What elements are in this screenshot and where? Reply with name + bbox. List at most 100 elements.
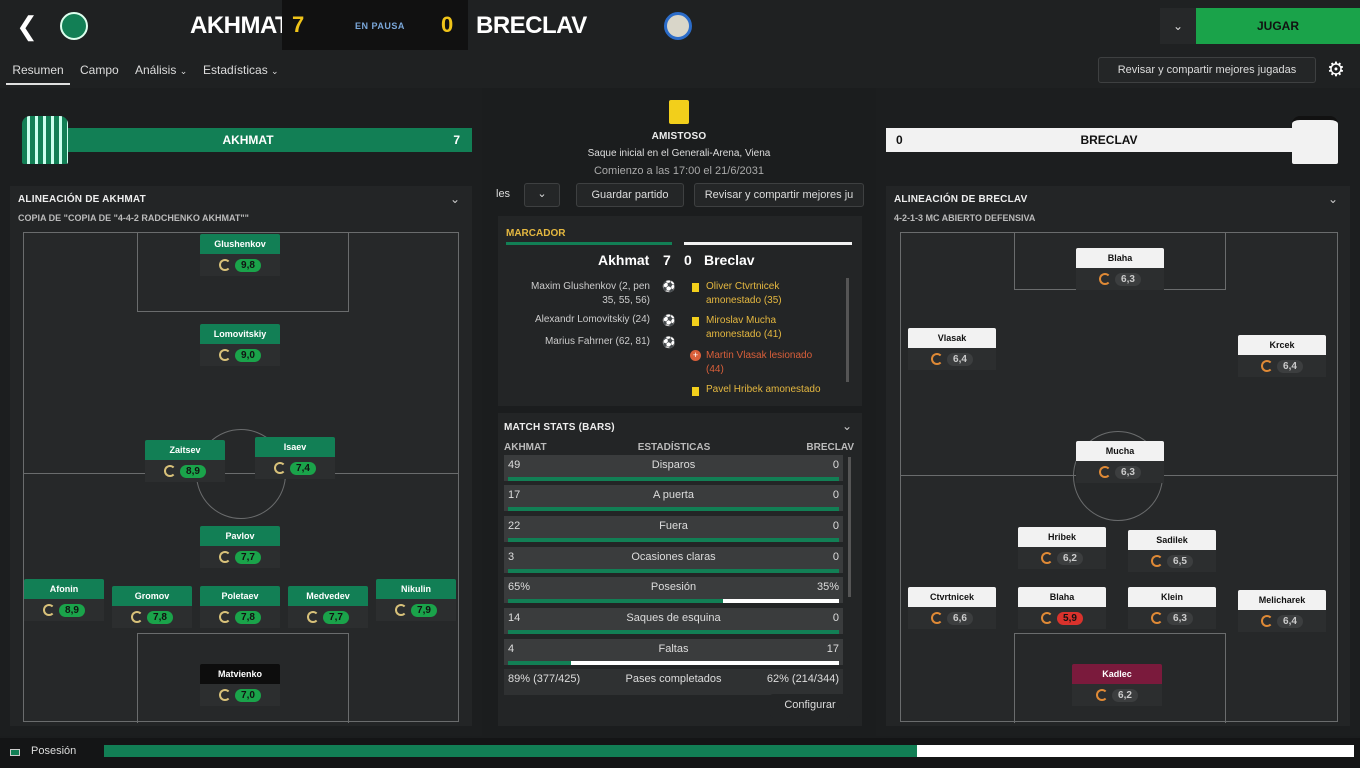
player-name: Krcek <box>1238 335 1326 355</box>
away-banner: 0 BRECLAV <box>886 128 1292 152</box>
player-rating: 6,6 <box>947 611 973 625</box>
player-card[interactable]: Zaitsev 8,9 <box>145 440 225 482</box>
tab-analisis[interactable]: Análisis ⌄ <box>135 63 187 77</box>
stat-row: 65% Posesión 35% <box>504 577 843 603</box>
possession-bar-fill <box>104 745 917 757</box>
configure-button[interactable]: Configurar <box>770 694 850 718</box>
condition-icon <box>1261 615 1274 627</box>
goal-event: Alexandr Lomovitskiy (24) <box>534 314 650 325</box>
player-card[interactable]: Nikulin 7,9 <box>376 579 456 621</box>
review-highlights-button-center[interactable]: Revisar y compartir mejores ju <box>694 183 864 207</box>
stat-row: 14 Saques de esquina 0 <box>504 608 843 634</box>
player-card[interactable]: Afonin 8,9 <box>24 579 104 621</box>
player-card[interactable]: Pavlov 7,7 <box>200 526 280 568</box>
player-name: Klein <box>1128 587 1216 607</box>
player-card[interactable]: Blaha 6,3 <box>1076 248 1164 290</box>
player-card[interactable]: Hribek 6,2 <box>1018 527 1106 569</box>
chevron-down-icon[interactable]: ⌄ <box>450 192 460 206</box>
partial-button-label[interactable]: les <box>496 188 510 200</box>
player-name: Mucha <box>1076 441 1164 461</box>
away-banner-name: BRECLAV <box>1080 133 1138 147</box>
stat-label: Saques de esquina <box>626 612 721 624</box>
player-card[interactable]: Ctvrtnicek 6,6 <box>908 587 996 629</box>
stat-away-value: 0 <box>832 612 839 624</box>
goal-event: Marius Fahrner (62, 81) <box>544 336 650 347</box>
stats-title: MATCH STATS (BARS) <box>504 422 615 433</box>
player-card[interactable]: Melicharek 6,4 <box>1238 590 1326 632</box>
condition-icon <box>219 551 232 563</box>
scrollbar[interactable] <box>848 457 851 597</box>
competition-logo-icon <box>669 100 689 124</box>
condition-icon <box>1261 360 1274 372</box>
top-bar: ❮ AKHMAT 7 EN PAUSA 0 BRECLAV ⌄ JUGAR <box>0 0 1360 54</box>
player-rating: 7,8 <box>147 610 173 624</box>
player-card[interactable]: Medvedev 7,7 <box>288 586 368 628</box>
kickoff-venue: Saque inicial en el Generali-Arena, Vien… <box>587 148 771 159</box>
player-card[interactable]: Kadlec 6,2 <box>1072 664 1162 706</box>
condition-icon <box>219 611 232 623</box>
player-card[interactable]: Lomovitskiy 9,0 <box>200 324 280 366</box>
player-name: Zaitsev <box>145 440 225 460</box>
ball-icon: ⚽ <box>662 281 676 293</box>
score-box: 7 EN PAUSA 0 <box>282 0 468 50</box>
stat-label: A puerta <box>653 489 694 501</box>
player-name: Blaha <box>1076 248 1164 268</box>
player-card[interactable]: Klein 6,3 <box>1128 587 1216 629</box>
condition-icon <box>219 349 232 361</box>
save-match-button[interactable]: Guardar partido <box>576 183 684 207</box>
tab-campo[interactable]: Campo <box>80 63 119 77</box>
player-rating: 6,4 <box>1277 614 1303 628</box>
condition-icon <box>131 611 144 623</box>
condition-icon <box>1099 466 1112 478</box>
player-card[interactable]: Glushenkov 9,8 <box>200 234 280 276</box>
review-highlights-button[interactable]: Revisar y compartir mejores jugadas <box>1098 57 1316 83</box>
stat-row: 49 Disparos 0 <box>504 455 843 481</box>
player-card[interactable]: Vlasak 6,4 <box>908 328 996 370</box>
player-rating: 8,9 <box>59 603 85 617</box>
chevron-down-icon: ⌄ <box>271 66 279 76</box>
away-score: 0 <box>441 12 454 37</box>
chevron-down-icon[interactable]: ⌄ <box>524 183 560 207</box>
card-event-line: Oliver Ctvrtnicek <box>706 281 780 292</box>
possession-icon <box>10 749 20 756</box>
chevron-down-icon[interactable]: ⌄ <box>1328 192 1338 206</box>
player-rating: 7,7 <box>235 550 261 564</box>
home-kit-icon <box>22 116 68 164</box>
home-score: 7 <box>292 12 305 37</box>
condition-icon <box>1099 273 1112 285</box>
player-card[interactable]: Gromov 7,8 <box>112 586 192 628</box>
scrollbar[interactable] <box>846 278 849 382</box>
stat-away-value: 62% (214/344) <box>766 673 839 685</box>
back-arrow-icon[interactable]: ❮ <box>12 10 42 42</box>
gear-icon[interactable]: ⚙ <box>1324 58 1348 82</box>
player-rating: 6,3 <box>1167 611 1193 625</box>
footer-label: Posesión <box>31 745 77 757</box>
goal-event: Maxim Glushenkov (2, pen 35, 55, 56) <box>508 280 650 308</box>
stat-bar-fill <box>508 630 839 634</box>
injury-icon: + <box>690 350 701 361</box>
scoreboard-away-score: 0 <box>684 252 692 268</box>
player-card[interactable]: Mucha 6,3 <box>1076 441 1164 483</box>
home-pitch <box>23 232 459 723</box>
possession-bar <box>104 745 1354 757</box>
play-button[interactable]: JUGAR <box>1196 8 1360 44</box>
player-card[interactable]: Blaha 5,9 <box>1018 587 1106 629</box>
home-banner: AKHMAT 7 <box>68 128 472 152</box>
player-name: Poletaev <box>200 586 280 606</box>
stat-bar-fill <box>508 569 839 573</box>
player-card[interactable]: Matvienko 7,0 <box>200 664 280 706</box>
chevron-down-icon[interactable]: ⌄ <box>1160 8 1196 44</box>
player-card[interactable]: Sadilek 6,5 <box>1128 530 1216 572</box>
player-rating: 6,2 <box>1057 551 1083 565</box>
tab-resumen[interactable]: Resumen <box>6 63 70 85</box>
chevron-down-icon: ⌄ <box>179 66 188 76</box>
stats-col-away: BRECLAV <box>806 442 854 453</box>
player-card[interactable]: Krcek 6,4 <box>1238 335 1326 377</box>
stat-bar <box>508 538 839 542</box>
chevron-down-icon[interactable]: ⌄ <box>842 419 852 433</box>
away-kit-icon <box>1292 116 1338 164</box>
tab-estadisticas[interactable]: Estadísticas ⌄ <box>203 63 279 77</box>
player-name: Blaha <box>1018 587 1106 607</box>
player-card[interactable]: Isaev 7,4 <box>255 437 335 479</box>
player-card[interactable]: Poletaev 7,8 <box>200 586 280 628</box>
